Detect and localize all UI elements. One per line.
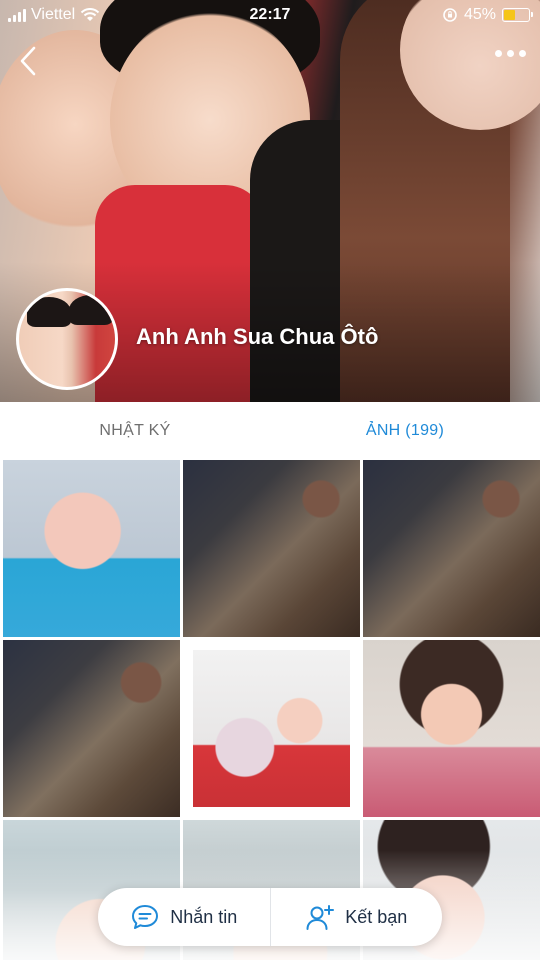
back-button[interactable] (14, 44, 44, 78)
add-friend-button[interactable]: Kết bạn (271, 888, 443, 946)
battery-level (504, 10, 515, 20)
status-bar-right: 45% (442, 6, 533, 24)
photo-thumbnail[interactable] (363, 640, 540, 817)
battery-percent: 45% (463, 6, 496, 23)
photo-thumbnail[interactable] (363, 460, 540, 637)
add-friend-icon (306, 905, 335, 930)
photo-thumbnail[interactable] (3, 460, 180, 637)
photo-thumbnail[interactable] (3, 640, 180, 817)
avatar-hair (27, 297, 71, 327)
tab-photos[interactable]: ẢNH (199) (270, 402, 540, 460)
avatar[interactable] (16, 288, 118, 390)
message-button-label: Nhắn tin (170, 906, 238, 927)
photo-thumbnail[interactable] (183, 640, 360, 817)
status-bar: Viettel 22:17 45% (0, 0, 540, 32)
more-options-button[interactable] (495, 50, 526, 57)
action-bar: Nhắn tin Kết bạn (98, 888, 442, 946)
message-button[interactable]: Nhắn tin (98, 888, 270, 946)
rotation-lock-icon (443, 8, 457, 22)
back-icon (20, 46, 36, 76)
avatar-hair (69, 295, 113, 325)
more-icon (495, 50, 526, 57)
add-friend-button-label: Kết bạn (345, 906, 408, 927)
photo-thumbnail[interactable] (183, 460, 360, 637)
chat-bubble-icon (132, 905, 159, 929)
profile-tabs: NHẬT KÝ ẢNH (199) (0, 402, 540, 460)
profile-name: Anh Anh Sua Chua Ôtô (136, 324, 379, 349)
tab-diary[interactable]: NHẬT KÝ (0, 402, 270, 460)
battery-icon (502, 8, 533, 22)
